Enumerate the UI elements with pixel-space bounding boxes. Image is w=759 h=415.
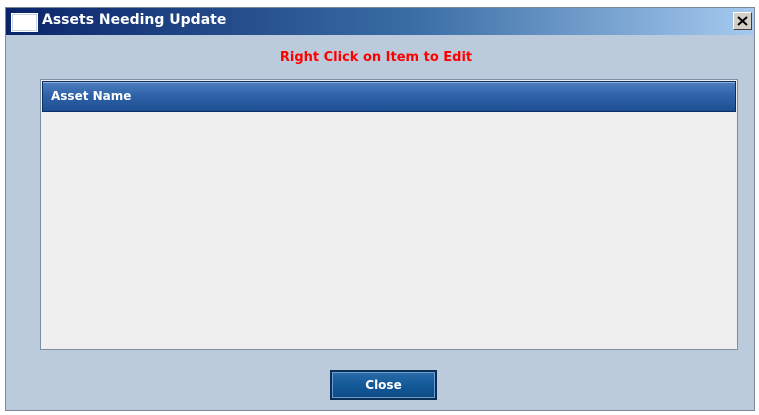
window-icon <box>11 13 38 32</box>
edit-hint-text: Right Click on Item to Edit <box>279 50 473 65</box>
title-bar[interactable]: Assets Needing Update <box>6 8 754 35</box>
close-window-button[interactable] <box>733 12 752 30</box>
window-title: Assets Needing Update <box>42 12 227 28</box>
close-icon <box>737 16 748 26</box>
assets-list[interactable]: Asset Name <box>40 79 738 350</box>
dialog-window: Assets Needing Update Right Click on Ite… <box>5 7 755 411</box>
list-body[interactable] <box>42 113 736 348</box>
close-button[interactable]: Close <box>330 370 437 400</box>
list-header: Asset Name <box>42 81 736 112</box>
column-header-asset-name[interactable]: Asset Name <box>51 89 131 103</box>
